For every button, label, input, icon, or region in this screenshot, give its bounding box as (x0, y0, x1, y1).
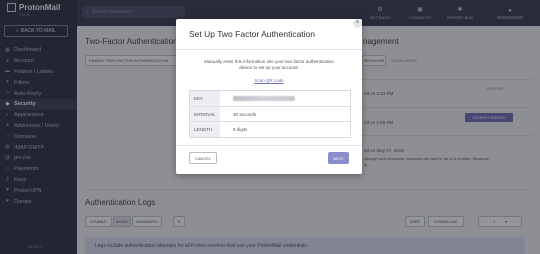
row-value (220, 96, 295, 101)
table-row: KEY (190, 91, 350, 106)
row-key: KEY (190, 91, 220, 106)
row-key: LENGTH (190, 122, 220, 137)
row-value: 30 seconds (233, 112, 257, 117)
setup-2fa-modal: Set Up Two Factor Authentication × Manua… (176, 19, 362, 174)
cancel-button[interactable]: CANCEL (189, 152, 217, 164)
2fa-info-table: KEY INTERVAL 30 seconds LENGTH 6 digits (189, 90, 351, 138)
row-key: INTERVAL (190, 107, 220, 122)
modal-header-divider (176, 49, 362, 50)
table-row: LENGTH 6 digits (190, 121, 350, 137)
modal-description: Manually enter this information into you… (204, 59, 334, 70)
modal-footer-divider (176, 145, 362, 146)
modal-title: Set Up Two Factor Authentication (189, 29, 315, 39)
next-button[interactable]: NEXT (328, 152, 349, 164)
close-icon[interactable]: × (353, 19, 362, 28)
secret-key-redacted (233, 96, 295, 101)
table-row: INTERVAL 30 seconds (190, 106, 350, 122)
scan-qr-link[interactable]: Scan QR code (176, 78, 362, 83)
row-value: 6 digits (233, 127, 248, 132)
